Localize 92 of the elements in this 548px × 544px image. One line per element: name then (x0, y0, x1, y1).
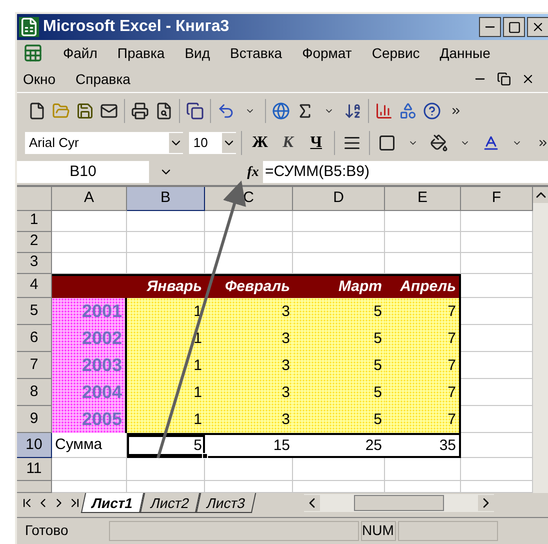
row-header[interactable]: 1 (17, 210, 52, 232)
scroll-right-icon[interactable] (478, 495, 494, 511)
window-title: Microsoft Excel - Книга3 (43, 17, 230, 37)
column-header[interactable]: B (127, 187, 205, 210)
column-header[interactable]: A (52, 187, 127, 210)
table-cell: 5 (293, 352, 385, 380)
close-icon[interactable] (521, 72, 535, 86)
table-cell: 7 (385, 298, 461, 326)
menu-item[interactable]: Данные (440, 42, 490, 64)
sheet-tab[interactable]: Лист3 (196, 493, 256, 513)
menu-item[interactable]: Вставка (230, 42, 282, 64)
maximize-button[interactable] (503, 17, 525, 37)
table-cell (461, 252, 533, 274)
table-cell: 5 (127, 433, 205, 458)
vertical-scrollbar[interactable] (533, 187, 548, 493)
row-header[interactable]: 3 (17, 252, 52, 274)
row-header[interactable]: 11 (17, 458, 52, 482)
maximize-icon (508, 20, 520, 34)
column-header[interactable]: E (385, 187, 461, 210)
table-cell: 3 (205, 352, 293, 380)
menu-item[interactable]: Правка (117, 42, 165, 64)
excel-logo-icon (19, 17, 39, 37)
table-cell: Март (293, 274, 385, 298)
table-cell (461, 352, 533, 380)
table-cell: 25 (293, 433, 385, 458)
restore-icon[interactable] (497, 72, 511, 86)
menu-item[interactable]: Формат (302, 42, 352, 64)
select-all-corner[interactable] (17, 187, 52, 210)
table-cell: Январь (127, 274, 205, 298)
table-cell: 1 (127, 379, 205, 406)
table-cell: 3 (205, 298, 293, 326)
row-header[interactable]: 10 (17, 433, 52, 458)
num-lock-indicator: NUM (361, 520, 396, 540)
table-cell (461, 379, 533, 406)
table-cell: 5 (293, 379, 385, 406)
menu-item[interactable]: Справка (76, 68, 130, 90)
table-cell (461, 433, 533, 458)
table-cell (461, 458, 533, 482)
minimize-button[interactable] (479, 17, 501, 37)
table-cell: 1 (127, 352, 205, 380)
font-size-select[interactable]: 10 (189, 132, 236, 154)
table-cell: 15 (205, 433, 293, 458)
close-button[interactable] (527, 17, 548, 37)
table-cell: Апрель (385, 274, 461, 298)
table-cell: Сумма (52, 433, 127, 458)
scroll-left-icon[interactable] (304, 495, 320, 511)
status-text: Готово (24, 521, 70, 540)
scroll-up-icon[interactable] (533, 187, 548, 203)
table-cell: 5 (293, 406, 385, 434)
row-header[interactable]: 4 (17, 274, 52, 298)
row-header[interactable]: 5 (17, 298, 52, 326)
table-cell: 3 (205, 379, 293, 406)
table-cell: 7 (385, 406, 461, 434)
close-icon (531, 20, 545, 34)
table-cell (461, 406, 533, 434)
row-header[interactable]: 7 (17, 352, 52, 380)
menu-item[interactable]: Файл (63, 42, 98, 64)
row-header[interactable]: 2 (17, 232, 52, 252)
table-cell (461, 232, 533, 252)
row-header[interactable]: 8 (17, 379, 52, 406)
underline-button[interactable]: Ч (303, 131, 330, 155)
table-cell: 1 (127, 406, 205, 434)
table-cell (461, 274, 533, 298)
bold-button[interactable]: Ж (247, 131, 274, 155)
workbook-icon[interactable] (23, 43, 43, 63)
table-cell (461, 325, 533, 352)
row-header[interactable]: 9 (17, 406, 52, 434)
table-cell (461, 210, 533, 232)
table-cell: 3 (205, 406, 293, 434)
font-select[interactable]: Arial Cyr (25, 132, 184, 154)
fill-handle[interactable] (202, 453, 208, 460)
table-cell: 7 (385, 379, 461, 406)
sheet-tab[interactable]: Лист1 (80, 493, 144, 513)
table-cell: Февраль (205, 274, 293, 298)
table-cell: 35 (385, 433, 461, 458)
table-cell: 3 (205, 325, 293, 352)
table-cell: 7 (385, 352, 461, 380)
menu-item[interactable]: Вид (184, 42, 210, 64)
italic-button[interactable]: К (275, 131, 302, 155)
table-cell (461, 298, 533, 326)
table-cell: 5 (293, 325, 385, 352)
sheet-tab[interactable]: Лист2 (140, 493, 200, 513)
insert-function-button[interactable]: fx (243, 162, 263, 182)
table-cell: 5 (293, 298, 385, 326)
column-header[interactable]: D (293, 187, 385, 210)
menu-item[interactable]: Окно (23, 68, 56, 90)
formula-field[interactable]: =СУММ(B5:B9) (263, 161, 548, 183)
row-header[interactable]: 6 (17, 325, 52, 352)
menu-item[interactable]: Сервис (372, 42, 420, 64)
column-header[interactable]: F (461, 187, 533, 210)
table-cell: 7 (385, 325, 461, 352)
name-box[interactable]: B10 (17, 161, 149, 183)
